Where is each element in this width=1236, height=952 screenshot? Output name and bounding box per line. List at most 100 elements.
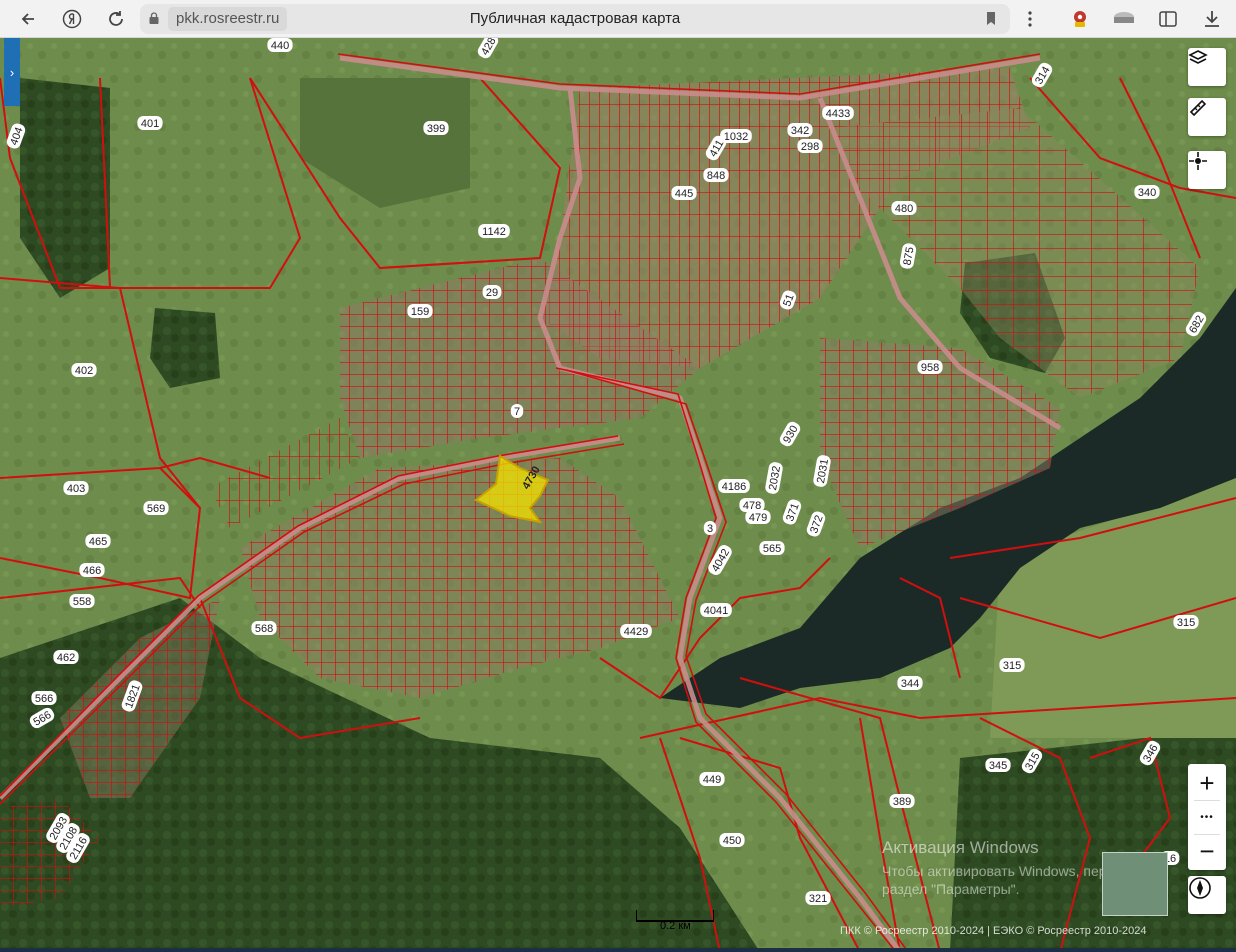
parcel-label-text: 315 [1177,617,1195,629]
zoom-controls: + ••• − [1188,764,1226,870]
zoom-more-button[interactable]: ••• [1188,800,1226,834]
zoom-out-button[interactable]: − [1188,834,1226,868]
lock-icon [149,12,159,24]
parcel-label-text: 465 [89,536,107,548]
parcel-label-text: 558 [73,596,91,608]
parcel-label-text: 159 [411,306,429,318]
parcel-label[interactable]: 566 [31,691,57,705]
parcel-label-text: 848 [707,170,725,182]
parcel-label[interactable]: 401 [137,116,163,130]
parcel-label-text: 29 [486,287,498,299]
parcel-label[interactable]: 321 [805,891,831,905]
parcel-label-text: 445 [675,188,693,200]
parcel-label-text: 440 [271,40,289,52]
parcel-label[interactable]: 465 [85,534,111,548]
parcel-label[interactable]: 958 [917,360,943,374]
parcel-label-text: 4186 [722,481,746,493]
parcel-label[interactable]: 558 [69,594,95,608]
ruler-button[interactable] [1188,98,1226,136]
parcel-label[interactable]: 402 [71,363,97,377]
parcel-label[interactable]: 315 [1173,615,1199,629]
parcel-label[interactable]: 568 [251,621,277,635]
parcel-label[interactable]: 565 [759,541,785,555]
yandex-icon[interactable] [58,5,86,33]
parcel-label-text: 401 [141,118,159,130]
reload-icon[interactable] [102,5,130,33]
parcel-label[interactable]: 345 [985,758,1011,772]
browser-toolbar: pkk.rosreestr.ru Публичная кадастровая к… [0,0,1236,38]
parcel-label-text: 4429 [624,626,648,638]
parcel-label-text: 298 [801,141,819,153]
parcel-label-text: 345 [989,760,1007,772]
parcel-label[interactable]: 479 [745,510,771,524]
parcel-label-text: 480 [895,203,913,215]
map-canvas[interactable]: 4730 440 428314401404 39944331032 342298340… [0,38,1236,952]
parcel-label[interactable]: 342 [787,123,813,137]
parcel-label[interactable]: 4041 [700,603,732,617]
parcel-label-text: 3 [707,523,713,535]
parcel-label[interactable]: 450 [719,833,745,847]
address-bar[interactable]: pkk.rosreestr.ru Публичная кадастровая к… [140,4,1010,34]
windows-activation-title: Активация Windows [882,838,1039,857]
bookmark-icon[interactable] [986,12,996,25]
parcel-label[interactable]: 1142 [478,224,510,238]
parcel-label-text: 402 [75,365,93,377]
parcel-label[interactable]: 478 [739,498,765,512]
parcel-label[interactable]: 298 [797,139,823,153]
parcel-label-text: 7 [514,406,520,418]
sidebar-icon[interactable] [1154,5,1182,33]
compass-button[interactable] [1188,876,1226,914]
minimap[interactable] [1102,852,1168,916]
parcel-label[interactable]: 569 [143,501,169,515]
parcel-label-text: 1032 [724,131,748,143]
scale-label: 0.2 км [660,920,691,932]
parcel-label-text: 389 [893,796,911,808]
parcel-label[interactable]: 4186 [718,479,750,493]
parcel-label-text: 344 [901,678,919,690]
download-icon[interactable] [1198,5,1226,33]
parcel-label[interactable]: 480 [891,201,917,215]
parcel-label[interactable]: 403 [63,481,89,495]
parcel-label[interactable]: 315 [999,658,1025,672]
copyright-text: ПКК © Росреестр 2010-2024 | ЕЭКО © Росре… [840,925,1147,937]
taskbar-edge [0,948,1236,952]
locate-button[interactable] [1188,151,1226,189]
parcel-label[interactable]: 389 [889,794,915,808]
ruler-icon [1189,99,1207,117]
parcel-label-text: 569 [147,503,165,515]
parcel-label-text: 466 [83,565,101,577]
parcel-label[interactable]: 440 [267,38,293,52]
back-icon[interactable] [14,5,42,33]
parcel-label[interactable]: 340 [1134,185,1160,199]
extension-icon[interactable] [1066,5,1094,33]
parcel-label-text: 403 [67,483,85,495]
extension2-icon[interactable] [1110,5,1138,33]
parcel-label-text: 958 [921,362,939,374]
cadastral-map[interactable]: 4730 440 428 314 401 404 399 4433 1032 342 298 340… [0,38,1236,952]
parcel-label[interactable]: 466 [79,563,105,577]
parcel-label[interactable]: 4433 [822,106,854,120]
parcel-label[interactable]: 449 [699,772,725,786]
parcel-label-text: 342 [791,125,809,137]
parcel-label[interactable]: 159 [407,304,433,318]
zoom-in-button[interactable]: + [1188,766,1226,800]
parcel-label[interactable]: 848 [703,168,729,182]
parcel-label-text: 1142 [482,226,506,238]
parcel-label[interactable]: 445 [671,186,697,200]
parcel-label[interactable]: 29 [482,285,502,299]
locate-icon [1189,152,1207,170]
parcel-label[interactable]: 344 [897,676,923,690]
parcel-label-text: 565 [763,543,781,555]
sidebar-toggle[interactable]: › [4,38,20,106]
parcel-label[interactable]: 462 [53,650,79,664]
parcel-label-text: 321 [809,893,827,905]
parcel-label-text: 479 [749,512,767,524]
parcel-label[interactable]: 3 [703,521,717,535]
parcel-label[interactable]: 7 [510,404,524,418]
layers-button[interactable] [1188,48,1226,86]
parcel-label[interactable]: 4429 [620,624,652,638]
parcel-label[interactable]: 399 [423,121,449,135]
layers-icon [1188,50,1208,64]
url-domain[interactable]: pkk.rosreestr.ru [168,7,288,31]
menu-dots-icon[interactable] [1016,5,1044,33]
